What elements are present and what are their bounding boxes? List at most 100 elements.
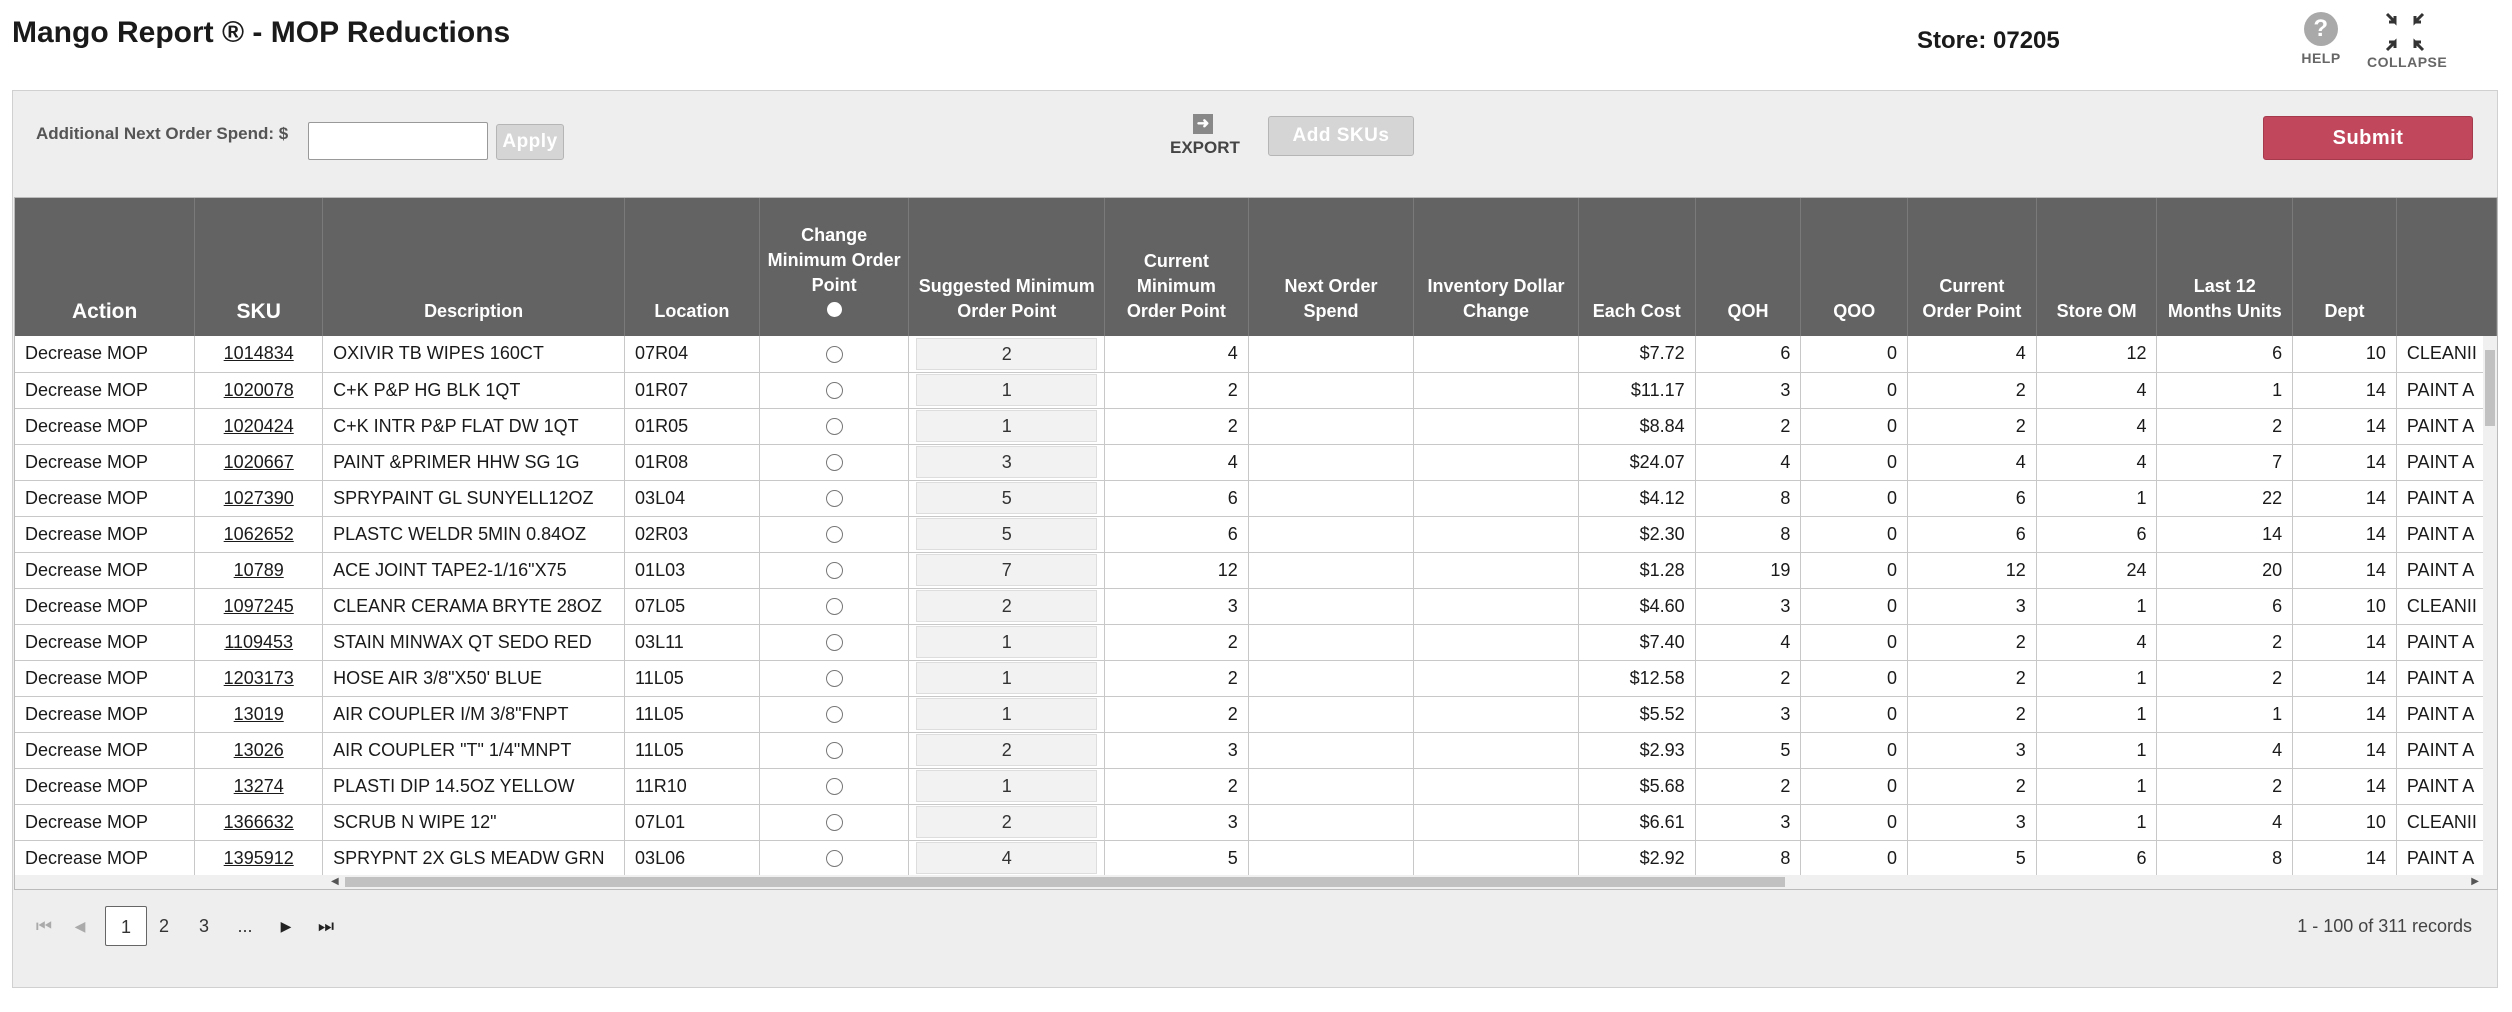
change-mop-radio[interactable] bbox=[825, 562, 843, 580]
apply-button[interactable]: Apply bbox=[496, 124, 564, 160]
cell-change-mop[interactable] bbox=[759, 408, 910, 445]
cell-change-mop[interactable] bbox=[759, 516, 910, 553]
cell-suggested-mop[interactable]: 1 bbox=[908, 768, 1106, 805]
cell-suggested-mop[interactable]: 7 bbox=[908, 552, 1106, 589]
vertical-scroll-thumb[interactable] bbox=[2485, 350, 2495, 426]
suggested-mop-input[interactable]: 2 bbox=[916, 806, 1098, 838]
cell-sku[interactable]: 1097245 bbox=[194, 588, 324, 625]
horizontal-scrollbar[interactable]: ◀ ▶ bbox=[15, 875, 2497, 889]
col-header-action[interactable]: Action bbox=[15, 198, 196, 336]
suggested-mop-input[interactable]: 1 bbox=[916, 374, 1098, 406]
cell-change-mop[interactable] bbox=[759, 696, 910, 733]
cell-sku[interactable]: 1109453 bbox=[194, 624, 324, 661]
change-mop-radio[interactable] bbox=[825, 418, 843, 436]
more-pages-button[interactable]: ... bbox=[232, 906, 258, 946]
cell-change-mop[interactable] bbox=[759, 480, 910, 517]
suggested-mop-input[interactable]: 7 bbox=[916, 554, 1098, 586]
cell-sku[interactable]: 1395912 bbox=[194, 840, 324, 877]
cell-change-mop[interactable] bbox=[759, 588, 910, 625]
col-header-each-cost[interactable]: Each Cost bbox=[1578, 198, 1696, 336]
cell-change-mop[interactable] bbox=[759, 768, 910, 805]
table-row[interactable]: Decrease MOP 1014834 OXIVIR TB WIPES 160CT… bbox=[15, 336, 2497, 373]
col-header-current-mop[interactable]: Current Minimum Order Point bbox=[1104, 198, 1249, 336]
sku-link[interactable]: 1020667 bbox=[224, 452, 294, 472]
suggested-mop-input[interactable]: 2 bbox=[916, 590, 1098, 622]
cell-suggested-mop[interactable]: 3 bbox=[908, 444, 1106, 481]
spend-input[interactable] bbox=[308, 122, 488, 160]
cell-sku[interactable]: 1027390 bbox=[194, 480, 324, 517]
col-header-next-order-spend[interactable]: Next Order Spend bbox=[1248, 198, 1415, 336]
cell-suggested-mop[interactable]: 2 bbox=[908, 588, 1106, 625]
add-skus-button[interactable]: Add SKUs bbox=[1268, 116, 1414, 156]
cell-suggested-mop[interactable]: 1 bbox=[908, 408, 1106, 445]
change-mop-radio[interactable] bbox=[825, 454, 843, 472]
help-button[interactable]: ? HELP bbox=[2293, 12, 2349, 66]
table-row[interactable]: Decrease MOP 1062652 PLASTC WELDR 5MIN 0.8… bbox=[15, 516, 2497, 553]
change-mop-radio[interactable] bbox=[825, 490, 843, 508]
cell-change-mop[interactable] bbox=[759, 444, 910, 481]
table-row[interactable]: Decrease MOP 1366632 SCRUB N WIPE 12" 07L01… bbox=[15, 804, 2497, 841]
cell-sku[interactable]: 1020667 bbox=[194, 444, 324, 481]
table-row[interactable]: Decrease MOP 1020424 C+K INTR P&P FLAT DW … bbox=[15, 408, 2497, 445]
col-header-description[interactable]: Description bbox=[322, 198, 626, 336]
sku-link[interactable]: 13019 bbox=[234, 704, 284, 724]
suggested-mop-input[interactable]: 1 bbox=[916, 770, 1098, 802]
horizontal-scroll-thumb[interactable] bbox=[345, 877, 1785, 887]
cell-sku[interactable]: 1203173 bbox=[194, 660, 324, 697]
cell-suggested-mop[interactable]: 4 bbox=[908, 840, 1106, 877]
cell-suggested-mop[interactable]: 1 bbox=[908, 372, 1106, 409]
change-mop-radio[interactable] bbox=[825, 742, 843, 760]
cell-change-mop[interactable] bbox=[759, 372, 910, 409]
table-row[interactable]: Decrease MOP 1020667 PAINT &PRIMER HHW SG … bbox=[15, 444, 2497, 481]
sku-link[interactable]: 1203173 bbox=[224, 668, 294, 688]
cell-sku[interactable]: 1014834 bbox=[194, 336, 324, 373]
submit-button[interactable]: Submit bbox=[2263, 116, 2473, 160]
cell-suggested-mop[interactable]: 5 bbox=[908, 480, 1106, 517]
col-header-store-om[interactable]: Store OM bbox=[2036, 198, 2158, 336]
suggested-mop-input[interactable]: 1 bbox=[916, 626, 1098, 658]
cell-suggested-mop[interactable]: 5 bbox=[908, 516, 1106, 553]
col-header-last-12-months[interactable]: Last 12 Months Units bbox=[2156, 198, 2294, 336]
change-mop-radio[interactable] bbox=[825, 382, 843, 400]
table-row[interactable]: Decrease MOP 1097245 CLEANR CERAMA BRYTE 2… bbox=[15, 588, 2497, 625]
table-row[interactable]: Decrease MOP 1109453 STAIN MINWAX QT SEDO … bbox=[15, 624, 2497, 661]
cell-sku[interactable]: 1366632 bbox=[194, 804, 324, 841]
suggested-mop-input[interactable]: 1 bbox=[916, 410, 1098, 442]
cell-sku[interactable]: 13274 bbox=[194, 768, 324, 805]
sku-link[interactable]: 1109453 bbox=[224, 632, 293, 652]
next-page-icon[interactable]: ▶ bbox=[278, 906, 294, 946]
table-row[interactable]: Decrease MOP 1027390 SPRYPAINT GL SUNYELL1… bbox=[15, 480, 2497, 517]
col-header-qoo[interactable]: QOO bbox=[1800, 198, 1909, 336]
first-page-icon[interactable]: ⏮ bbox=[34, 906, 54, 946]
cell-change-mop[interactable] bbox=[759, 660, 910, 697]
cell-suggested-mop[interactable]: 1 bbox=[908, 696, 1106, 733]
cell-sku[interactable]: 10789 bbox=[194, 552, 324, 589]
scroll-left-icon[interactable]: ◀ bbox=[331, 876, 339, 887]
suggested-mop-input[interactable]: 4 bbox=[916, 842, 1098, 874]
cell-change-mop[interactable] bbox=[759, 804, 910, 841]
table-row[interactable]: Decrease MOP 13026 AIR COUPLER "T" 1/4"MNP… bbox=[15, 732, 2497, 769]
col-header-sku[interactable]: SKU bbox=[194, 198, 324, 336]
cell-suggested-mop[interactable]: 2 bbox=[908, 336, 1106, 373]
sku-link[interactable]: 1097245 bbox=[224, 596, 294, 616]
suggested-mop-input[interactable]: 5 bbox=[916, 482, 1098, 514]
col-header-inventory-dollar-change[interactable]: Inventory Dollar Change bbox=[1413, 198, 1579, 336]
suggested-mop-input[interactable]: 1 bbox=[916, 662, 1098, 694]
suggested-mop-input[interactable]: 2 bbox=[916, 734, 1098, 766]
collapse-button[interactable]: COLLAPSE bbox=[2367, 12, 2447, 70]
cell-suggested-mop[interactable]: 1 bbox=[908, 660, 1106, 697]
suggested-mop-input[interactable]: 3 bbox=[916, 446, 1098, 478]
page-3-button[interactable]: 3 bbox=[194, 906, 214, 946]
table-row[interactable]: Decrease MOP 1395912 SPRYPNT 2X GLS MEADW … bbox=[15, 840, 2497, 877]
col-header-current-order-point[interactable]: Current Order Point bbox=[1907, 198, 2037, 336]
vertical-scrollbar[interactable] bbox=[2483, 336, 2497, 876]
sku-link[interactable]: 1020424 bbox=[224, 416, 294, 436]
change-mop-radio[interactable] bbox=[825, 778, 843, 796]
change-mop-radio[interactable] bbox=[825, 346, 843, 363]
cell-change-mop[interactable] bbox=[759, 732, 910, 769]
sku-link[interactable]: 1027390 bbox=[224, 488, 294, 508]
sku-link[interactable]: 1014834 bbox=[224, 343, 294, 363]
cell-sku[interactable]: 13026 bbox=[194, 732, 324, 769]
page-1-button[interactable]: 1 bbox=[105, 906, 147, 946]
col-header-qoh[interactable]: QOH bbox=[1695, 198, 1802, 336]
